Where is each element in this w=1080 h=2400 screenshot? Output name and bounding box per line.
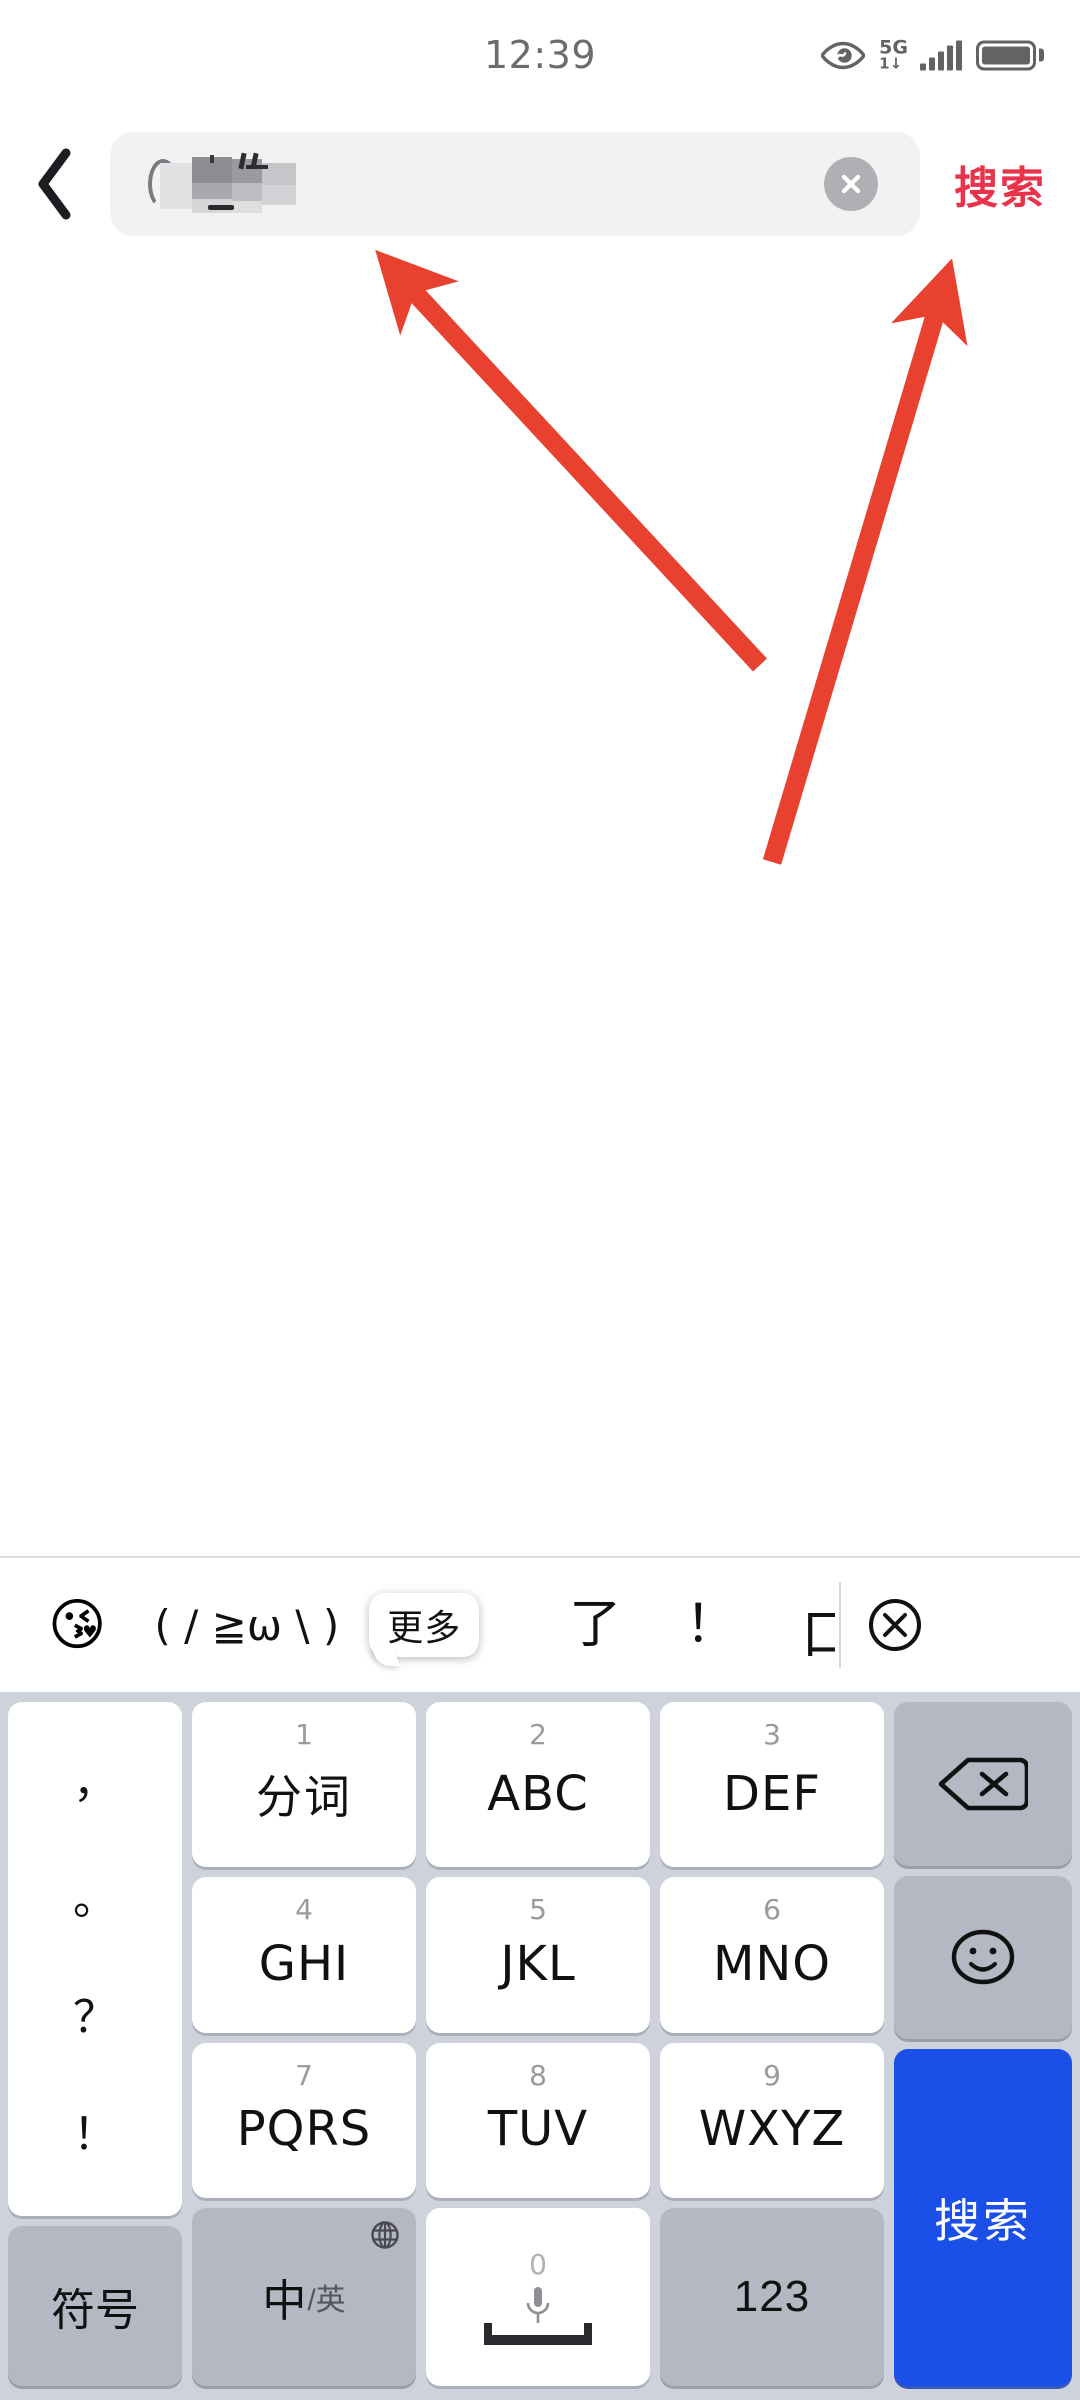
key-5-label: JKL	[500, 1935, 576, 1992]
punctuation-key[interactable]: ， 。 ？ ！	[8, 1702, 182, 2216]
search-header: 搜索	[0, 128, 1080, 240]
back-button[interactable]	[0, 128, 110, 240]
key-3-number: 3	[763, 1718, 781, 1751]
search-input-value	[148, 152, 308, 213]
status-bar: 12:39 5G 1↓	[0, 0, 1080, 110]
punct-question: ？	[73, 1991, 117, 2043]
microphone-icon	[526, 2287, 550, 2324]
punct-comma: ，	[73, 1756, 117, 1808]
key-7-number: 7	[295, 2058, 313, 2092]
key-5[interactable]: 5 JKL	[426, 1877, 650, 2033]
keyboard-row-1: 1 分词 2 ABC 3 DEF	[192, 1702, 884, 1868]
ime-keyboard: ， 。 ？ ！ 符号 1 分词 2 ABC 3 DEF 4 GHI 5 JKL …	[0, 1692, 1080, 2400]
key-6-number: 6	[763, 1893, 781, 1927]
key-6-label: MNO	[712, 1935, 832, 1992]
key-4[interactable]: 4 GHI	[192, 1877, 416, 2033]
redacted-query-text	[148, 152, 308, 213]
close-keyboard-button[interactable]	[867, 1597, 923, 1653]
key-7-label: PQRS	[236, 2101, 372, 2158]
chevron-left-icon	[38, 148, 71, 220]
key-1-label: 分词	[256, 1769, 352, 1824]
more-badge[interactable]: 更多	[369, 1593, 480, 1657]
keyboard-left-column: ， 。 ？ ！ 符号	[8, 1702, 182, 2386]
key-3-label: DEF	[723, 1765, 821, 1822]
search-submit-button[interactable]: 搜索	[920, 128, 1080, 240]
network-indicator: 5G 1↓	[879, 38, 908, 73]
key-8[interactable]: 8 TUV	[426, 2042, 650, 2198]
key-1-number: 1	[295, 1718, 313, 1751]
backspace-key[interactable]	[894, 1702, 1072, 1866]
punct-exclaim: ！	[73, 2109, 117, 2161]
key-9-label: WXYZ	[698, 2101, 846, 2158]
language-switch-key[interactable]: 中 /英	[192, 2207, 416, 2386]
key-8-label: TUV	[487, 2101, 589, 2158]
emoji-key[interactable]	[894, 1875, 1072, 2040]
status-time: 12:39	[483, 33, 596, 77]
space-bar-glyph	[484, 2323, 592, 2346]
arrow-to-search-field	[375, 249, 767, 672]
candidate-word-3-clipped[interactable]: 口	[801, 1594, 835, 1656]
language-main-label: 中	[262, 2276, 308, 2326]
key-4-number: 4	[295, 1893, 313, 1927]
key-9-number: 9	[763, 2058, 781, 2092]
symbols-key[interactable]: 符号	[8, 2226, 182, 2386]
globe-icon	[371, 2221, 399, 2249]
eye-icon	[821, 41, 866, 69]
key-2-label: ABC	[487, 1765, 589, 1822]
candidate-word-3-label: 口	[801, 1603, 836, 1656]
key-9[interactable]: 9 WXYZ	[660, 2042, 884, 2198]
kaomoji-suggestion[interactable]: ( / ≧ω \ )	[154, 1601, 339, 1650]
keyboard-row-4: 中 /英 0 123	[192, 2207, 884, 2386]
ime-candidate-bar: 😘 ( / ≧ω \ ) 更多 了 ！ 口	[0, 1556, 1080, 1692]
space-key[interactable]: 0	[426, 2207, 650, 2386]
keyboard-main-grid: 1 分词 2 ABC 3 DEF 4 GHI 5 JKL 6 MNO 7 PQR…	[192, 1702, 884, 2386]
network-activity-label: 1↓	[879, 54, 903, 73]
space-zero-label: 0	[529, 2248, 547, 2282]
candidate-divider	[839, 1582, 842, 1668]
key-2-number: 2	[529, 1718, 547, 1751]
clear-circle-icon	[841, 174, 861, 194]
key-8-number: 8	[529, 2058, 547, 2092]
arrow-to-search-button	[762, 258, 968, 865]
language-sub-label: /英	[307, 2283, 346, 2317]
candidate-word-2[interactable]: ！	[685, 1599, 737, 1651]
search-input[interactable]	[110, 132, 920, 236]
keyboard-row-3: 7 PQRS 8 TUV 9 WXYZ	[192, 2042, 884, 2198]
backspace-icon	[938, 1757, 1028, 1811]
key-1[interactable]: 1 分词	[192, 1702, 416, 1868]
numeric-key[interactable]: 123	[660, 2207, 884, 2386]
key-4-label: GHI	[258, 1935, 350, 1992]
keyboard-right-column: 搜索	[894, 1702, 1072, 2386]
key-6[interactable]: 6 MNO	[660, 1877, 884, 2033]
phone-screen: 12:39 5G 1↓ 搜索 😘 (/ ≧ω \) 更多 了 ！ 口 ， 。…	[0, 0, 1080, 2400]
candidate-word-1[interactable]: 了	[569, 1599, 621, 1651]
key-5-number: 5	[529, 1893, 547, 1927]
battery-icon	[976, 40, 1044, 70]
smiley-icon	[951, 1930, 1015, 1985]
enter-search-key[interactable]: 搜索	[894, 2049, 1072, 2386]
close-circle-icon	[869, 1599, 922, 1651]
numeric-key-label: 123	[733, 2271, 811, 2321]
signal-icon	[920, 40, 962, 70]
key-7[interactable]: 7 PQRS	[192, 2042, 416, 2198]
emoji-suggestion[interactable]: 😘	[48, 1597, 106, 1653]
clear-search-button[interactable]	[824, 157, 878, 211]
keyboard-row-2: 4 GHI 5 JKL 6 MNO	[192, 1877, 884, 2033]
key-2[interactable]: 2 ABC	[426, 1702, 650, 1868]
punct-period: 。	[73, 1874, 117, 1926]
key-3[interactable]: 3 DEF	[660, 1702, 884, 1868]
status-icons: 5G 1↓	[821, 38, 1044, 73]
